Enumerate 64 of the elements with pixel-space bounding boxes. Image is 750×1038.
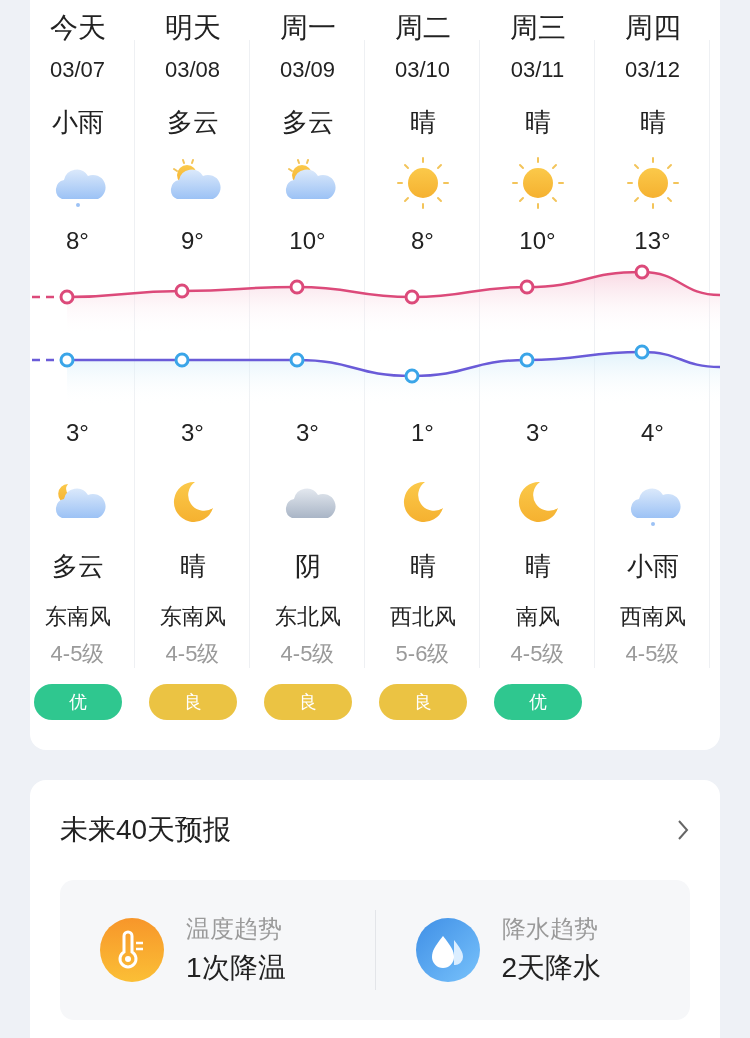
low-temp: 3°	[181, 418, 204, 448]
chevron-right-icon[interactable]	[676, 818, 690, 842]
weather-label: 晴	[179, 550, 206, 583]
weather-label: 小雨	[51, 106, 104, 139]
trend-label: 降水趋势	[501, 914, 599, 944]
date-label: 03/11	[510, 56, 565, 84]
weather-label: 多云	[166, 106, 219, 139]
weather-label: 晴	[639, 106, 666, 139]
aqi-badge: 良	[148, 684, 237, 720]
wind-level: 5-6级	[395, 640, 450, 668]
date-label: 03/09	[279, 56, 336, 84]
sun-icon	[509, 155, 566, 211]
aqi-badge: 良	[378, 684, 467, 720]
wind-direction: 东南风	[44, 603, 111, 631]
wind-level: 4-5级	[165, 640, 220, 668]
weather-label: 晴	[524, 106, 551, 139]
day-label: 明天	[164, 11, 221, 45]
low-temp: 3°	[526, 418, 549, 448]
weather-label: 多云	[51, 550, 104, 583]
weather-label: 晴	[409, 106, 436, 139]
date-label: 03/07	[49, 56, 106, 84]
aqi-badge: 优	[33, 684, 122, 720]
wind-direction: 南风	[515, 603, 560, 631]
high-temp: 8°	[411, 226, 434, 256]
day-label: 今天	[49, 11, 106, 45]
wind-level: 4-5级	[510, 640, 565, 668]
date-label: 03/08	[164, 56, 221, 84]
water-drops-icon	[415, 918, 480, 982]
date-label: 03/12	[624, 56, 681, 84]
day-label: 周二	[394, 11, 451, 45]
wind-direction: 西南风	[619, 603, 686, 631]
trend-label: 温度趋势	[186, 914, 283, 944]
wind-direction: 西北风	[389, 603, 456, 631]
aqi-badge: 良	[263, 684, 352, 720]
low-temp: 4°	[641, 418, 664, 448]
weather-label: 晴	[409, 550, 436, 583]
thermometer-icon	[100, 918, 164, 982]
wind-level: 4-5级	[50, 640, 105, 668]
wind-direction: 东南风	[159, 603, 226, 631]
day-label: 周四	[624, 11, 681, 45]
sun-icon	[394, 155, 451, 211]
day-label: 周三	[509, 11, 566, 45]
wind-level: 4-5级	[280, 640, 335, 668]
high-temp: 10°	[519, 226, 556, 256]
weather-label: 多云	[281, 106, 334, 139]
aqi-badge: 优	[493, 684, 582, 720]
date-label: 03/10	[394, 56, 451, 84]
low-temp: 3°	[296, 418, 319, 448]
low-temp: 3°	[66, 418, 89, 448]
high-temp: 10°	[289, 226, 326, 256]
weather-label: 小雨	[626, 550, 679, 583]
low-temp: 1°	[411, 418, 434, 448]
weather-label: 晴	[524, 550, 551, 583]
high-temp: 13°	[634, 226, 671, 256]
section-title: 未来40天预报	[60, 813, 232, 847]
day-label: 周一	[279, 11, 336, 45]
wind-direction: 东北风	[274, 603, 341, 631]
wind-level: 4-5级	[625, 640, 680, 668]
trend-value: 1次降温	[186, 951, 286, 985]
weather-label: 阴	[294, 550, 321, 583]
sun-icon	[624, 155, 681, 211]
high-temp: 8°	[66, 226, 89, 256]
high-temp: 9°	[181, 226, 204, 256]
trend-value: 2天降水	[501, 951, 602, 985]
